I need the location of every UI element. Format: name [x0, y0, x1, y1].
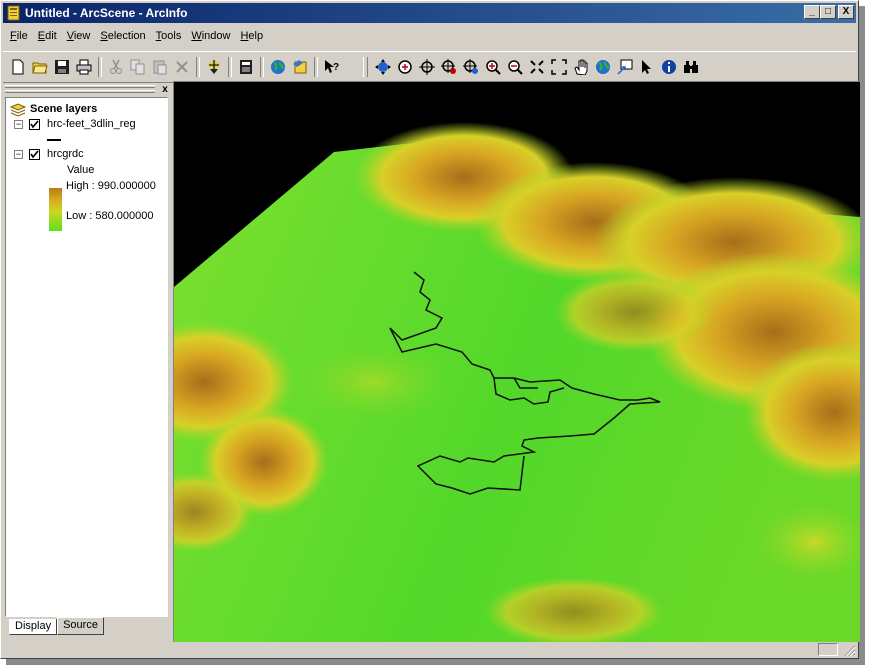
- save-icon[interactable]: [51, 56, 73, 78]
- scene-layers-icon: [10, 103, 26, 117]
- toc-drag-handle[interactable]: [5, 85, 155, 93]
- close-button[interactable]: X: [838, 5, 854, 19]
- toolbar-row: ?: [3, 51, 856, 83]
- cut-icon[interactable]: [105, 56, 127, 78]
- standard-toolbar: ?: [7, 55, 343, 79]
- table-of-contents: x Scene layers − hrc-feet_3dlin_reg − hr…: [5, 85, 170, 639]
- identify-icon[interactable]: [658, 56, 680, 78]
- title-bar[interactable]: Untitled - ArcScene - ArcInfo _ □ X: [3, 3, 856, 23]
- minimize-button[interactable]: _: [804, 5, 820, 19]
- toolbar-separator: [196, 57, 200, 77]
- toolbar-separator: [98, 57, 102, 77]
- maximize-button[interactable]: □: [820, 5, 836, 19]
- arcscene-window: Untitled - ArcScene - ArcInfo _ □ X File…: [0, 0, 872, 659]
- delete-icon[interactable]: [171, 56, 193, 78]
- legend-high-label: High : 990.000000: [66, 180, 156, 192]
- menu-edit[interactable]: Edit: [33, 28, 62, 48]
- tools-toolbar: [361, 55, 702, 79]
- menu-edit-label: dit: [45, 30, 57, 42]
- scene-layers-label[interactable]: Scene layers: [30, 103, 97, 115]
- find-binoculars-icon[interactable]: [680, 56, 702, 78]
- zoom-in-out-icon[interactable]: [394, 56, 416, 78]
- menu-edit-mnemonic: E: [37, 30, 46, 42]
- whats-this-help-icon[interactable]: ?: [321, 56, 343, 78]
- menu-selection-mnemonic: S: [100, 30, 108, 42]
- toolbar-separator: [314, 57, 318, 77]
- menu-tools[interactable]: Tools: [151, 28, 187, 48]
- toc-panel: Scene layers − hrc-feet_3dlin_reg − hrcg…: [5, 97, 168, 617]
- layer-properties-icon[interactable]: [289, 56, 311, 78]
- zoom-out-icon[interactable]: [504, 56, 526, 78]
- menu-view-label: iew: [73, 30, 91, 42]
- legend-low-label: Low : 580.000000: [66, 210, 154, 222]
- svg-text:?: ?: [333, 62, 339, 73]
- fixed-zoom-in-icon[interactable]: [526, 56, 548, 78]
- globe-full-extent-icon[interactable]: [592, 56, 614, 78]
- target-icon[interactable]: [416, 56, 438, 78]
- menu-bar: File Edit View Selection Tools Window He…: [5, 28, 268, 48]
- menu-window-mnemonic: W: [191, 30, 202, 42]
- open-folder-icon[interactable]: [29, 56, 51, 78]
- center-on-target-icon[interactable]: [438, 56, 460, 78]
- menu-help[interactable]: Help: [235, 28, 268, 48]
- toolbar-separator: [260, 57, 264, 77]
- menu-file-label: ile: [16, 30, 28, 42]
- calculator-icon[interactable]: [235, 56, 257, 78]
- zoom-to-target-icon[interactable]: [460, 56, 482, 78]
- line-symbol[interactable]: [47, 139, 61, 141]
- layer-name[interactable]: hrc-feet_3dlin_reg: [47, 118, 136, 130]
- check-icon: [30, 150, 39, 159]
- layer-visibility-checkbox[interactable]: [29, 119, 40, 130]
- menu-selection-label: election: [107, 30, 146, 42]
- menu-selection[interactable]: Selection: [95, 28, 150, 48]
- toc-close-button[interactable]: x: [160, 85, 170, 95]
- scene-view[interactable]: [114, 81, 872, 647]
- toc-tabs: Display Source: [9, 617, 104, 635]
- select-arrow-icon[interactable]: [636, 56, 658, 78]
- menu-window-label: indow: [201, 30, 231, 42]
- menu-file[interactable]: File: [5, 28, 33, 48]
- copy-icon[interactable]: [127, 56, 149, 78]
- status-pane: [818, 643, 838, 656]
- menu-window[interactable]: Window: [186, 28, 235, 48]
- print-icon[interactable]: [73, 56, 95, 78]
- menu-view-mnemonic: V: [66, 30, 74, 42]
- navigate-icon[interactable]: [372, 56, 394, 78]
- toolbar-separator: [228, 57, 232, 77]
- paste-icon[interactable]: [149, 56, 171, 78]
- check-icon: [30, 120, 39, 129]
- layer-expander[interactable]: −: [14, 150, 23, 159]
- window-title: Untitled - ArcScene - ArcInfo: [25, 6, 188, 20]
- menu-file-mnemonic: F: [10, 30, 17, 42]
- resize-grip-icon[interactable]: [844, 645, 856, 657]
- tab-display[interactable]: Display: [9, 619, 58, 635]
- full-extent-icon[interactable]: [548, 56, 570, 78]
- arctoolbox-globe-icon[interactable]: [267, 56, 289, 78]
- legend-field-label: Value: [67, 164, 95, 176]
- menu-help-label: elp: [248, 30, 264, 42]
- arcscene-app-icon[interactable]: [6, 5, 22, 21]
- menu-tools-label: ools: [161, 30, 182, 42]
- zoom-in-icon[interactable]: [482, 56, 504, 78]
- toolbar-grip[interactable]: [363, 57, 368, 77]
- color-ramp-symbol[interactable]: [49, 188, 62, 231]
- add-data-icon[interactable]: [203, 56, 225, 78]
- terrain-surface[interactable]: [114, 82, 872, 647]
- new-document-icon[interactable]: [7, 56, 29, 78]
- status-bar: [3, 643, 856, 657]
- layer-visibility-checkbox[interactable]: [29, 149, 40, 160]
- set-observer-icon[interactable]: [614, 56, 636, 78]
- layer-name[interactable]: hrcgrdc: [47, 148, 84, 160]
- menu-view[interactable]: View: [62, 28, 96, 48]
- layer-expander[interactable]: −: [14, 120, 23, 129]
- tab-source[interactable]: Source: [57, 617, 104, 635]
- pan-hand-icon[interactable]: [570, 56, 592, 78]
